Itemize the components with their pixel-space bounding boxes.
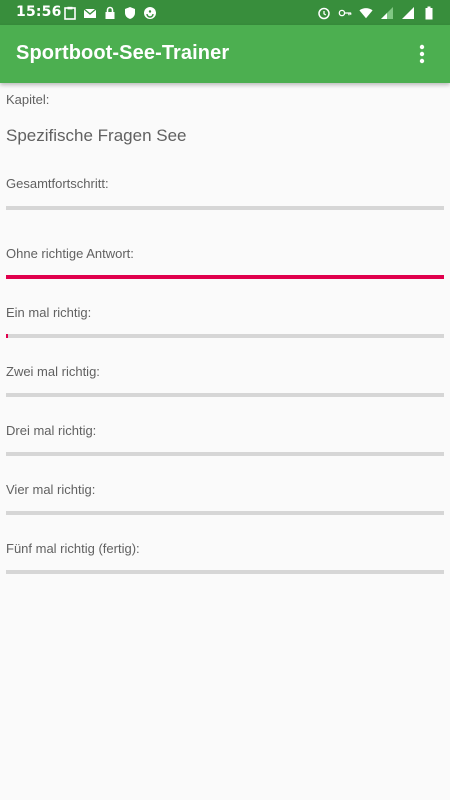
- more-vert-icon: [419, 44, 425, 64]
- chapter-value: Spezifische Fragen See: [6, 126, 187, 145]
- progress-bar-twice: [6, 393, 444, 397]
- progress-label-four: Vier mal richtig:: [6, 482, 96, 497]
- progress-label-twice: Zwei mal richtig:: [6, 364, 100, 379]
- progress-bar-none-correct: [6, 275, 444, 279]
- mail-icon: [83, 8, 97, 18]
- overflow-menu-button[interactable]: [402, 34, 442, 74]
- progress-bar-total: [6, 206, 444, 210]
- progress-label-three: Drei mal richtig:: [6, 423, 97, 438]
- status-bar: 15:56: [0, 0, 450, 25]
- wifi-icon: [359, 8, 373, 19]
- sync-icon: [144, 7, 156, 19]
- progress-label-five-done: Fünf mal richtig (fertig):: [6, 541, 140, 556]
- shield-icon: [125, 7, 135, 19]
- progress-bar-once: [6, 334, 444, 338]
- progress-bar-five-done: [6, 570, 444, 574]
- lock-icon: [105, 6, 115, 19]
- alarm-icon: [318, 7, 330, 20]
- key-icon: [338, 9, 352, 17]
- signal-icon: [381, 7, 393, 19]
- chapter-label: Kapitel:: [6, 92, 50, 107]
- clipboard-icon: [64, 6, 76, 20]
- progress-bar-three: [6, 452, 444, 456]
- signal-icon: [402, 7, 414, 19]
- battery-icon: [425, 6, 433, 20]
- progress-label-once: Ein mal richtig:: [6, 305, 92, 320]
- progress-bar-four: [6, 511, 444, 515]
- progress-label-none-correct: Ohne richtige Antwort:: [6, 246, 134, 261]
- progress-label-total: Gesamtfortschritt:: [6, 176, 109, 191]
- progress-fill: [6, 334, 8, 338]
- status-time: 15:56: [16, 4, 62, 20]
- progress-fill: [6, 275, 444, 279]
- app-title: Sportboot-See-Trainer: [16, 42, 230, 64]
- app-bar: Sportboot-See-Trainer: [0, 25, 450, 83]
